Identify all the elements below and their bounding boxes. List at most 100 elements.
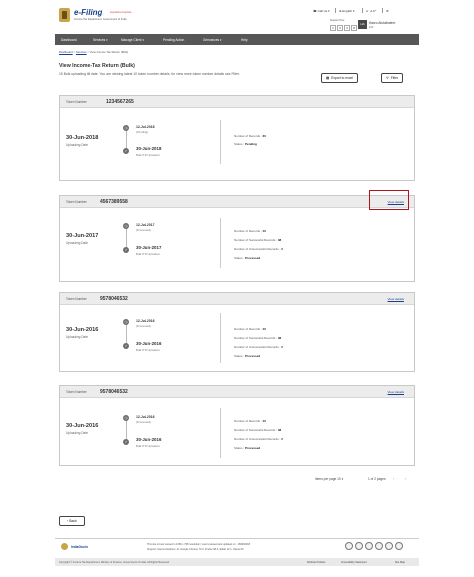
india-gov-logo-icon [61,543,68,550]
stat-records: Number of Records : 40 [234,327,266,331]
check-icon: ✓ [123,343,129,349]
divider [362,8,363,13]
timeline-line [126,128,127,150]
upload-date: 30-Jun-2016 [66,423,99,429]
copyright: Copyright © Income Tax Department, Minis… [59,560,170,564]
breadcrumb: Dashboard > Services > View Income Tax R… [59,50,129,54]
view-details-link[interactable]: View details [388,390,404,394]
nav-services[interactable]: Services ▾ [93,38,108,42]
gov-badge-icon[interactable] [375,542,383,550]
brand-title[interactable]: e-Filing [74,8,102,17]
timeline-step-date: 12-Jul-2018 [136,125,155,129]
upload-date-label: Uploading Date [66,143,88,147]
nav-pending-action[interactable]: Pending Action [163,38,184,42]
pending-icon: ◷ [123,125,129,131]
language-select[interactable]: ⊕ English ▾ [339,9,355,13]
stat-status: Status : Processed [234,354,261,358]
brand-tagline: Anywhere Anytime [110,11,132,14]
token-card: Token Number 9578046532 View details 30-… [59,292,415,372]
main-nav: Dashboard Services ▾ Manage Client ▾ Pen… [55,34,419,45]
gov-badge-icon[interactable] [385,542,393,550]
token-number: 4567389558 [100,198,128,205]
call-us-link[interactable]: ☎ Call Us ▾ [313,9,330,13]
stat-successful: Number of Successful Records : 38 [234,238,282,242]
upload-date: 30-Jun-2016 [66,327,99,333]
divider [382,8,383,13]
page-title: View Income-Tax Return (Bulk) [59,63,135,69]
next-page-button[interactable]: › [405,476,406,481]
pending-icon: ◷ [123,319,129,325]
token-number: 9578046532 [100,388,128,395]
timeline-step-date: 30-Jun-2018 [136,146,162,151]
export-to-excel-button[interactable]: ▦ Export to excel [321,73,358,83]
upload-date-label: Uploading Date [66,335,88,339]
divider [220,313,221,363]
font-size-controls[interactable]: A⁻ A A⁺ [366,9,376,13]
site-map-link[interactable]: Site Map [395,561,405,564]
back-button[interactable]: ‹ Back [59,516,85,526]
nav-dashboard[interactable]: Dashboard [61,38,77,42]
divider [220,218,221,268]
website-policies-link[interactable]: Website Policies [307,561,325,564]
india-gov-link[interactable]: IndiaGov.in [71,545,88,549]
excel-icon: ▦ [326,75,330,80]
timeline-step-status: (Processed) [136,420,152,424]
gov-badge-icon[interactable] [395,542,403,550]
timeline-step-date: 30-Jun-2017 [136,245,162,250]
token-card: Token Number 9578046532 View details 30-… [59,385,415,466]
gov-badge-icon[interactable] [355,542,363,550]
page-description: 15 Bulk uploading till date. You are vie… [59,72,240,76]
timeline-step-status: (Processed) [136,324,152,328]
filter-button[interactable]: ⛛ Filter [381,73,404,83]
breadcrumb-services[interactable]: Services [76,50,87,54]
token-label: Token Number [66,200,87,204]
token-label: Token Number [66,297,87,301]
prev-page-button[interactable]: ‹ [393,476,394,481]
filter-icon: ⛛ [386,75,389,80]
card-header: Token Number 1234567265 [60,96,414,108]
nav-help[interactable]: Help [241,38,248,42]
site-header: e-Filing Anywhere Anytime Income Tax Dep… [55,6,419,32]
breadcrumb-dashboard[interactable]: Dashboard [59,50,73,54]
footer-note: This site is best viewed in 1366 x 768 r… [147,543,251,546]
card-header: Token Number 9578046532 View details [60,386,414,398]
phone-icon: ☎ [313,9,317,13]
token-label: Token Number [66,100,87,104]
upload-date: 30-Jun-2018 [66,135,99,141]
nav-grievances[interactable]: Grievances ▾ [203,38,222,42]
token-card: Token Number 1234567265 30-Jun-2018 Uplo… [59,95,415,181]
gov-badge-icon[interactable] [345,542,353,550]
timeline-step-status: Bulk ITR Uploaded [136,444,160,448]
timeline-step-status: Bulk ITR Uploaded [136,252,160,256]
accessibility-statement-link[interactable]: Accessibility Statement [341,561,367,564]
stat-unsuccessful: Number of Unsuccessful Records : 2 [234,345,283,349]
avatar[interactable]: HA [358,20,367,29]
stat-records: Number of Records : 40 [234,229,266,233]
divider [220,408,221,458]
footer-divider [55,538,419,539]
card-header: Token Number 4567389558 View details [60,196,414,208]
timeline-step-status: Bulk ITR Uploaded [136,153,160,157]
timeline-step-date: 30-Jun-2016 [136,341,162,346]
upload-date: 30-Jun-2017 [66,233,99,239]
nav-manage-client[interactable]: Manage Client ▾ [121,38,144,42]
card-header: Token Number 9578046532 View details [60,293,414,305]
breadcrumb-current: View Income Tax Return (Bulk) [89,50,129,54]
view-details-link[interactable]: View details [388,297,404,301]
highlight-box [369,190,409,210]
page: e-Filing Anywhere Anytime Income Tax Dep… [55,0,419,577]
accessibility-icon[interactable]: ⚙ [386,9,389,13]
timeline-step-status: (Pending) [136,130,149,134]
timeline-step-date: 12-Jul-2017 [136,223,155,227]
session-digit: 8 [351,25,357,31]
token-label: Token Number [66,390,87,394]
divider [220,120,221,164]
user-role: ERI [369,26,374,29]
pending-icon: ◷ [123,415,129,421]
gov-badge-icon[interactable] [365,542,373,550]
timeline-step-status: Bulk ITR Uploaded [136,348,160,352]
token-card: Token Number 4567389558 View details 30-… [59,190,415,282]
session-time-label: Session Time [330,19,345,22]
items-per-page-select[interactable]: Items per page 10 ▾ [315,477,343,481]
user-name[interactable]: Hasro Abdulhatem [369,21,395,25]
